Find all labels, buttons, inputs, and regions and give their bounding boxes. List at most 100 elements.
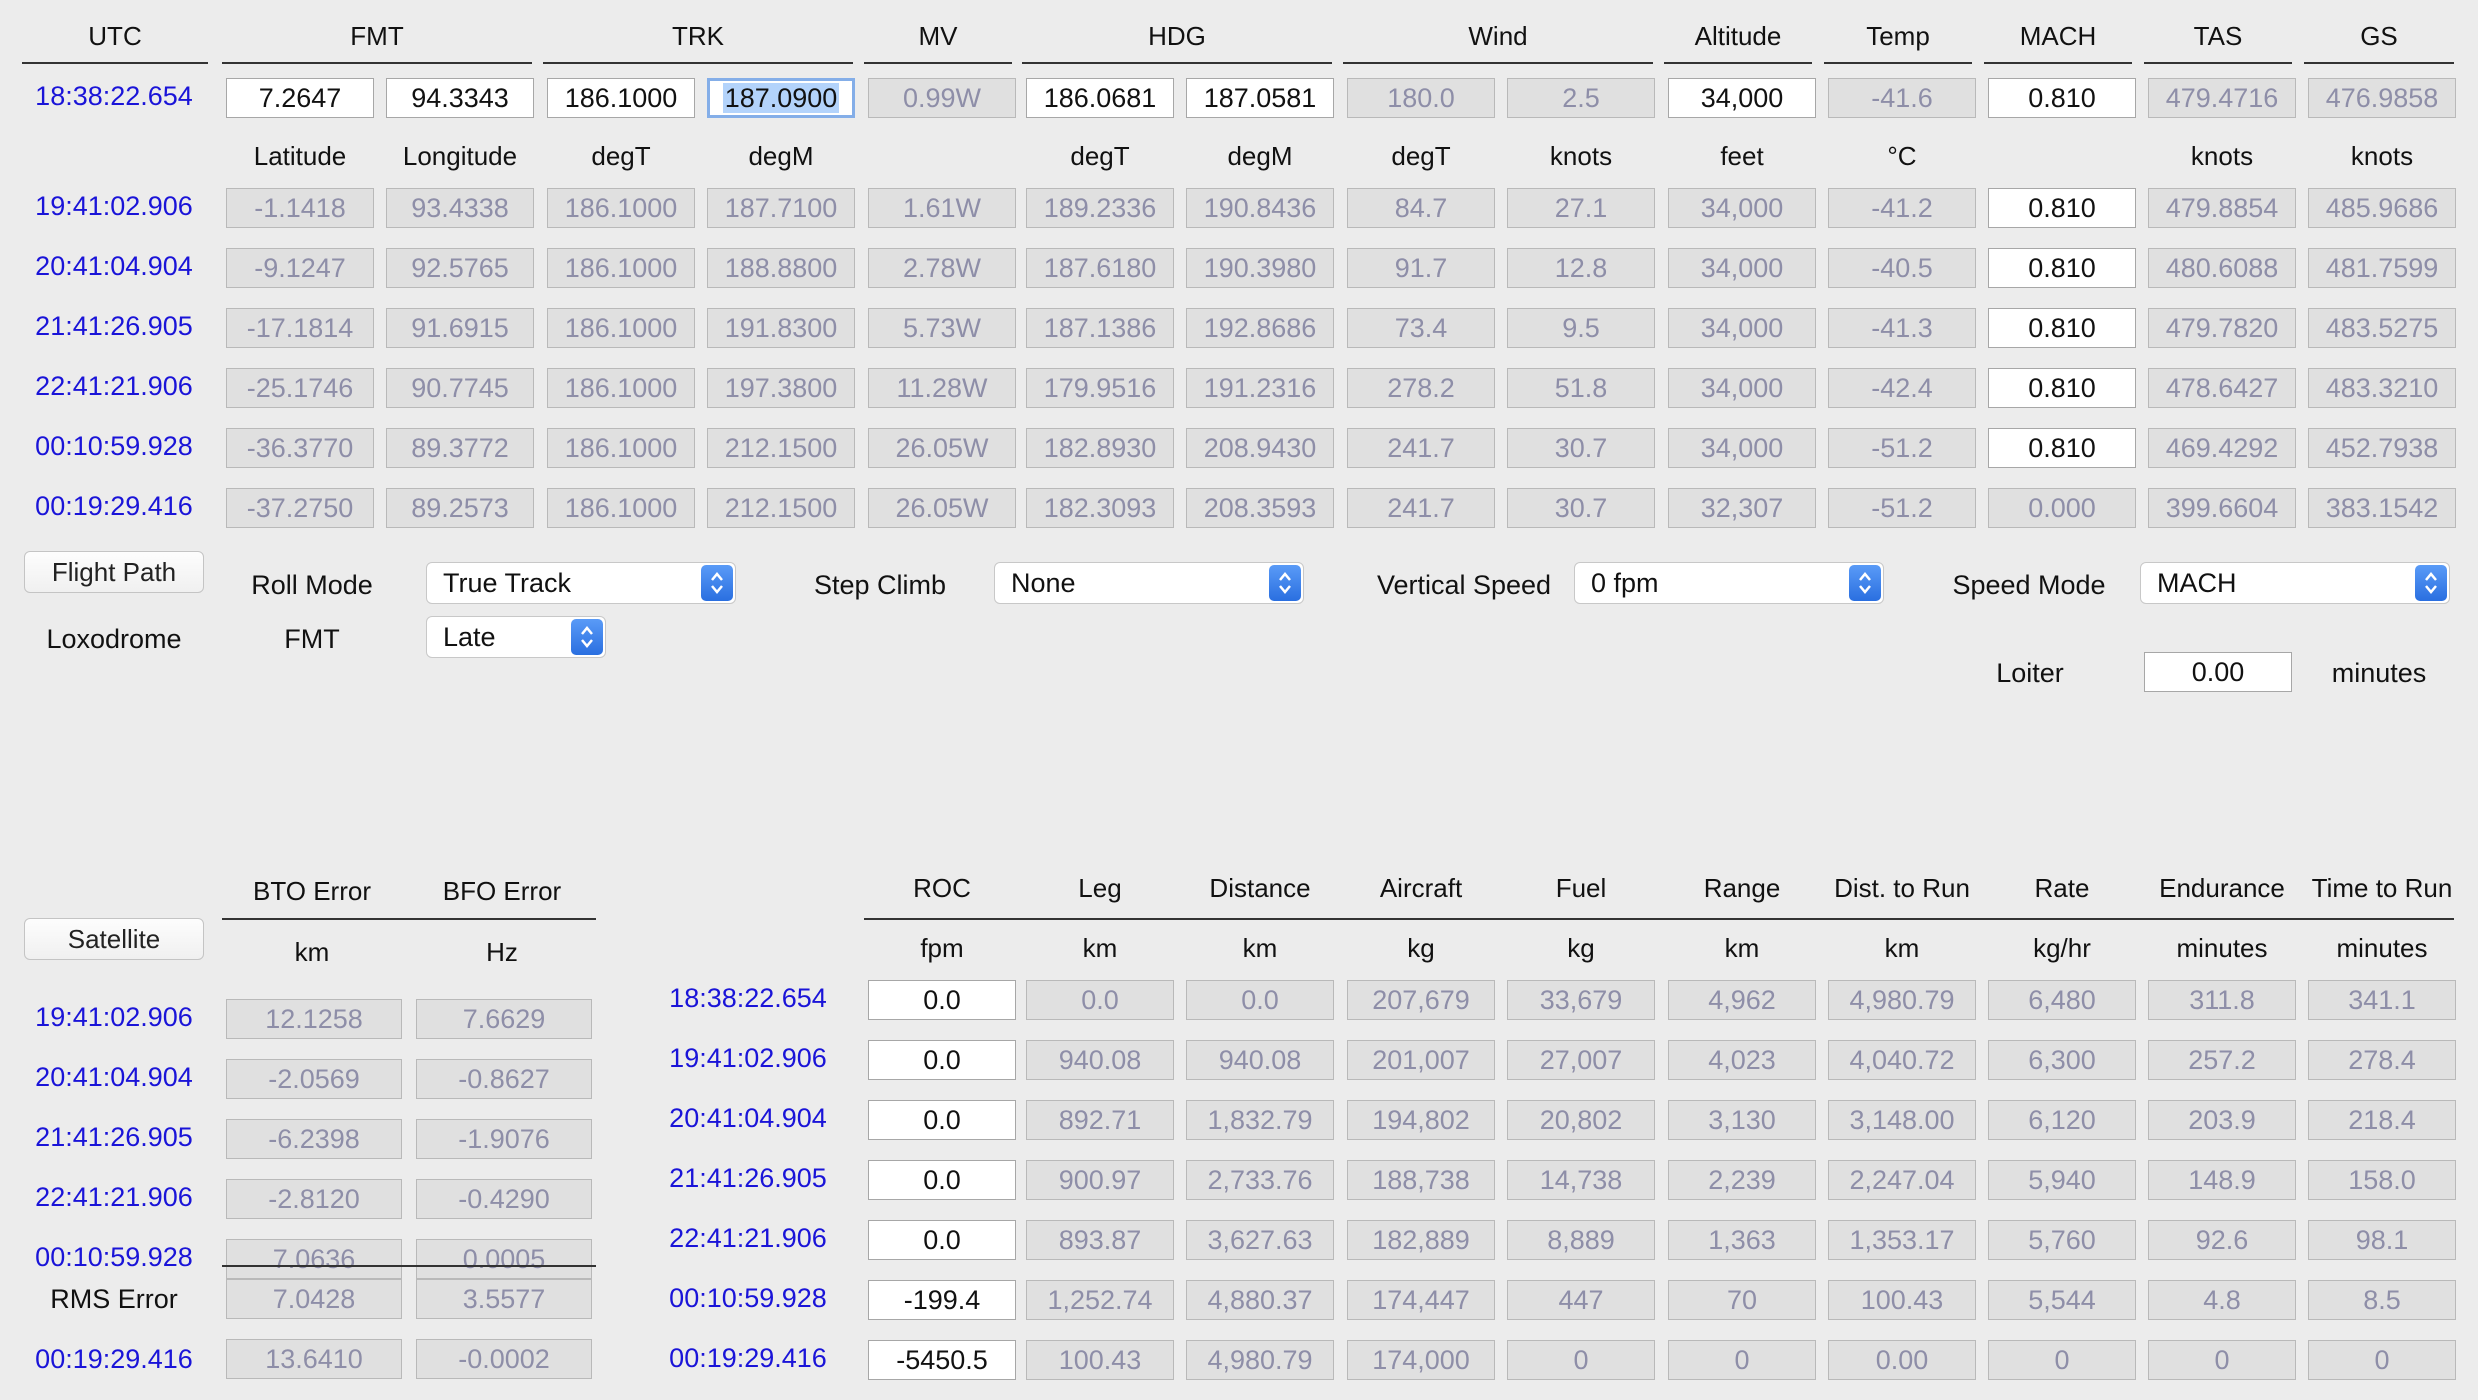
flight-path-button[interactable]: Flight Path	[24, 551, 204, 593]
value-input[interactable]	[386, 78, 534, 118]
value-cell: 0	[1988, 1340, 2136, 1380]
timestamp: 18:38:22.654	[669, 983, 827, 1013]
value-cell: 6,300	[1988, 1040, 2136, 1080]
timestamp: 19:41:02.906	[669, 1043, 827, 1073]
value-cell: 212.1500	[707, 488, 855, 528]
value-cell: 208.9430	[1186, 428, 1334, 468]
header-fmt: FMT	[350, 21, 404, 51]
value-cell: 1.61W	[868, 188, 1016, 228]
value-cell: 447	[1507, 1280, 1655, 1320]
value-cell: 1,252.74	[1026, 1280, 1174, 1320]
satellite-button[interactable]: Satellite	[24, 918, 204, 960]
fmt-select[interactable]: Late	[426, 616, 606, 658]
rms-rule	[222, 1265, 596, 1267]
speed-mode-select[interactable]: MACH	[2140, 562, 2450, 604]
value-cell: 186.1000	[547, 308, 695, 348]
value-input[interactable]	[1988, 188, 2136, 228]
roc-input[interactable]	[868, 1100, 1016, 1140]
value-cell: 483.3210	[2308, 368, 2456, 408]
unit-label: °C	[1887, 141, 1917, 171]
roc-input[interactable]	[868, 1220, 1016, 1260]
value-cell: 2.78W	[868, 248, 1016, 288]
value-cell: 100.43	[1026, 1340, 1174, 1380]
value-cell: -41.2	[1828, 188, 1976, 228]
column-header: Dist. to Run	[1834, 873, 1970, 903]
timestamp: 00:19:29.416	[35, 1344, 193, 1374]
value-cell: 188.8800	[707, 248, 855, 288]
value-cell: 2,247.04	[1828, 1160, 1976, 1200]
timestamp: 20:41:04.904	[669, 1103, 827, 1133]
vertical-speed-select[interactable]: 0 fpm	[1574, 562, 1884, 604]
unit-label: knots	[2190, 141, 2254, 171]
value-cell: -36.3770	[226, 428, 374, 468]
roll-mode-select[interactable]: True Track	[426, 562, 736, 604]
value-cell: 6,120	[1988, 1100, 2136, 1140]
roc-input[interactable]	[868, 980, 1016, 1020]
header-tas: TAS	[2193, 21, 2243, 51]
roc-input[interactable]	[868, 1340, 1016, 1380]
value-cell: 399.6604	[2148, 488, 2296, 528]
step-climb-select[interactable]: None	[994, 562, 1304, 604]
value-cell: 1,363	[1668, 1220, 1816, 1260]
value-cell: 27,007	[1507, 1040, 1655, 1080]
value-cell: 182.8930	[1026, 428, 1174, 468]
value-cell: 0.0	[1186, 980, 1334, 1020]
trk-degm-input[interactable]: 187.0900	[707, 78, 855, 118]
value-input[interactable]	[1026, 78, 1174, 118]
unit-label: degM	[748, 141, 814, 171]
vertical-speed-label: Vertical Speed	[1376, 570, 1552, 600]
value-cell: 4,980.79	[1828, 980, 1976, 1020]
unit-label: kg	[1567, 933, 1595, 963]
value-cell: 480.6088	[2148, 248, 2296, 288]
value-input[interactable]	[1988, 368, 2136, 408]
value-cell: -40.5	[1828, 248, 1976, 288]
value-cell: 84.7	[1347, 188, 1495, 228]
value-input[interactable]	[1668, 78, 1816, 118]
loiter-input[interactable]	[2144, 652, 2292, 692]
header-rule	[22, 62, 208, 64]
value-cell: 186.1000	[547, 248, 695, 288]
value-input[interactable]	[547, 78, 695, 118]
timestamp: 21:41:26.905	[35, 311, 193, 341]
header-temp: Temp	[1866, 21, 1930, 51]
value-cell: 940.08	[1026, 1040, 1174, 1080]
column-header: Distance	[1209, 873, 1311, 903]
timestamp: 20:41:04.904	[35, 251, 193, 281]
column-header: Leg	[1078, 873, 1122, 903]
timestamp: 18:38:22.654	[35, 81, 193, 111]
value-cell: 51.8	[1507, 368, 1655, 408]
speed-mode-label: Speed Mode	[1952, 570, 2106, 600]
value-cell: 70	[1668, 1280, 1816, 1320]
value-input[interactable]	[1186, 78, 1334, 118]
value-cell: 0	[1507, 1340, 1655, 1380]
value-cell: 8,889	[1507, 1220, 1655, 1260]
value-input[interactable]	[1988, 248, 2136, 288]
header-rule	[222, 62, 532, 64]
value-cell: 179.9516	[1026, 368, 1174, 408]
roc-input[interactable]	[868, 1280, 1016, 1320]
unit-label: degM	[1227, 141, 1293, 171]
value-cell: 20,802	[1507, 1100, 1655, 1140]
value-cell: 4,880.37	[1186, 1280, 1334, 1320]
timestamp: 20:41:04.904	[35, 1062, 193, 1092]
value-cell: 0.0005	[416, 1239, 592, 1279]
unit-label: degT	[591, 141, 651, 171]
unit-label: km	[1242, 933, 1278, 963]
value-input[interactable]	[226, 78, 374, 118]
header-utc: UTC	[88, 21, 142, 51]
rms-bto-value: 7.0428	[226, 1279, 402, 1319]
unit-label: feet	[1720, 141, 1764, 171]
header-rule	[864, 62, 1012, 64]
value-cell: 30.7	[1507, 488, 1655, 528]
timestamp: 00:10:59.928	[35, 1242, 193, 1272]
value-cell: 26.05W	[868, 488, 1016, 528]
value-cell: 91.6915	[386, 308, 534, 348]
value-input[interactable]	[1988, 308, 2136, 348]
value-cell: 187.1386	[1026, 308, 1174, 348]
roc-input[interactable]	[868, 1160, 1016, 1200]
value-cell: 182,889	[1347, 1220, 1495, 1260]
header-bto-error: BTO Error	[253, 876, 371, 906]
roc-input[interactable]	[868, 1040, 1016, 1080]
value-input[interactable]	[1988, 428, 2136, 468]
value-input[interactable]	[1988, 78, 2136, 118]
